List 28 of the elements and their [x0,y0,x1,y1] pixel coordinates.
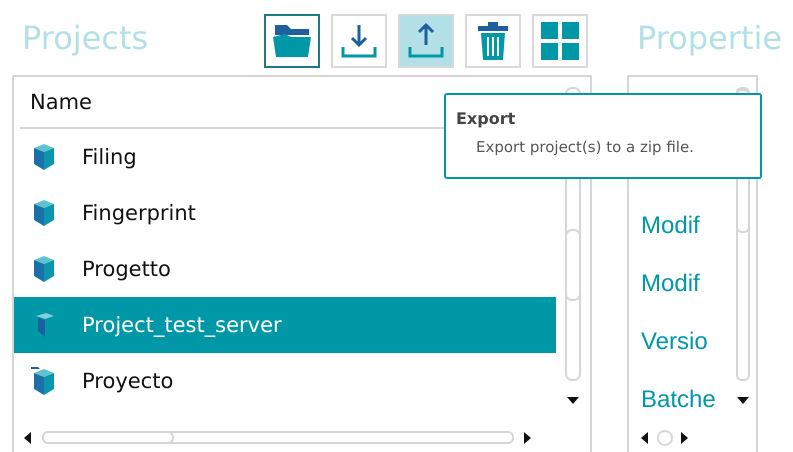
scroll-thumb[interactable] [657,430,673,446]
scroll-down-icon[interactable] [567,397,579,405]
folder-icon [272,23,312,59]
scroll-thumb[interactable] [42,431,174,444]
scroll-left-icon[interactable] [24,432,32,444]
project-row[interactable]: Project_test_server [14,297,556,353]
scroll-right-icon[interactable] [681,432,689,444]
panel-title: Propertie [637,18,782,56]
upload-icon [406,23,446,59]
column-header[interactable]: Name [30,90,92,114]
property-label: Batche [641,385,717,415]
scroll-right-icon[interactable] [524,432,532,444]
download-icon [339,23,379,59]
project-row[interactable]: Fingerprint [14,185,556,241]
grid-icon [540,21,580,61]
project-row[interactable]: Progetto [14,241,556,297]
tooltip-title: Export [456,109,516,128]
scroll-down-icon[interactable] [737,397,749,405]
property-label: Modif [641,211,701,241]
project-row[interactable]: Proyecto [14,353,556,409]
property-label: Modif [641,269,701,299]
property-label: Versio [641,327,709,357]
tooltip-text: Export project(s) to a zip file. [476,138,695,156]
trash-icon [476,21,510,61]
scroll-left-icon[interactable] [641,432,649,444]
toolbar-button[interactable] [264,14,320,68]
panel-title: Projects [22,18,148,56]
scroll-thumb[interactable] [565,229,581,301]
